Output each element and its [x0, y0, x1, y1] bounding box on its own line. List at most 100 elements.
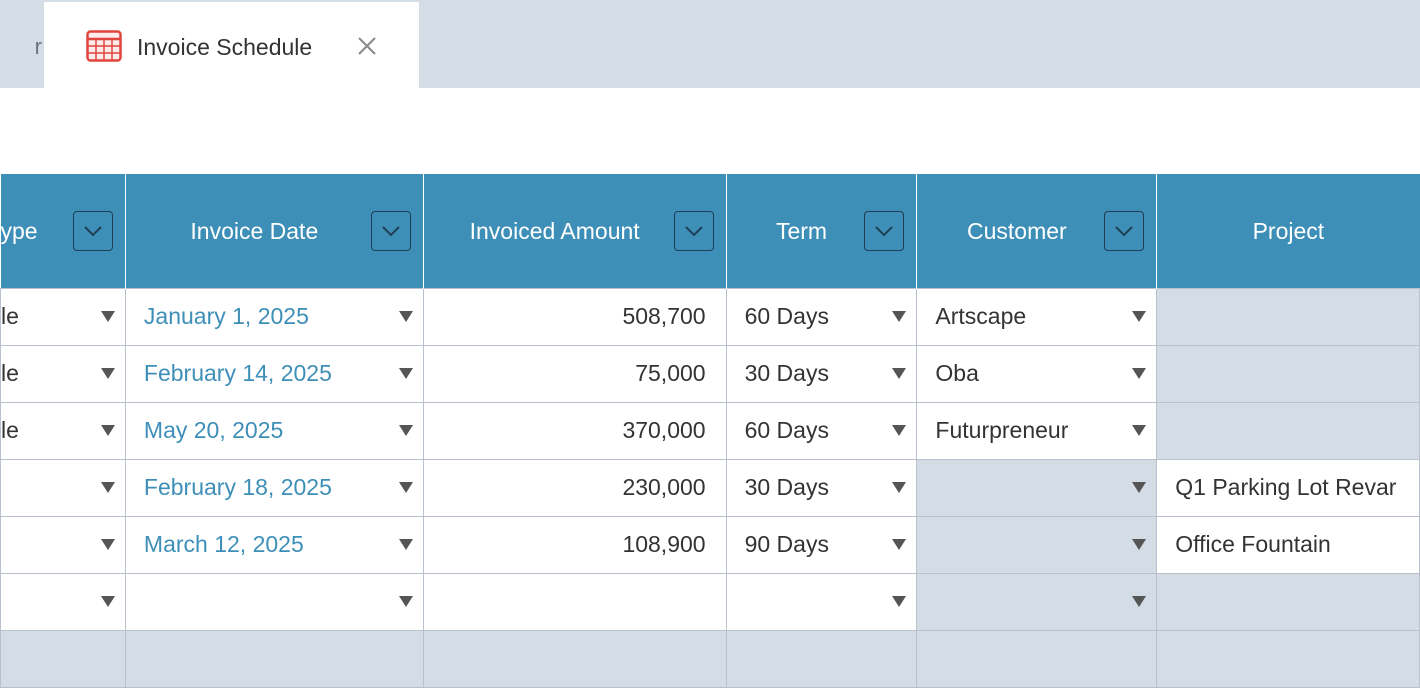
cell-value: 230,000 [622, 474, 706, 500]
filter-button-term[interactable] [864, 211, 905, 251]
cell-invoiced-amount[interactable]: 508,700 [422, 288, 727, 346]
tab-label: Invoice Schedule [137, 34, 313, 60]
cell-term[interactable]: 90 Days [725, 516, 918, 574]
dropdown-arrow-icon[interactable] [1132, 596, 1147, 607]
cell-type[interactable]: le [0, 345, 126, 403]
dropdown-arrow-icon[interactable] [1132, 482, 1147, 493]
column-header-label: ype [0, 217, 38, 244]
dropdown-arrow-icon[interactable] [398, 425, 413, 436]
cell-customer [916, 630, 1158, 688]
cell-invoiced-amount[interactable]: 370,000 [422, 402, 727, 460]
cell-value: 108,900 [622, 531, 706, 557]
filter-button-customer[interactable] [1104, 211, 1145, 251]
dropdown-arrow-icon[interactable] [100, 425, 115, 436]
table-row: le February 14, 2025 75,000 30 Days Oba [0, 345, 1420, 403]
column-header-label: Invoice Date [190, 217, 319, 244]
dropdown-arrow-icon[interactable] [398, 368, 413, 379]
filter-button-type[interactable] [72, 211, 113, 251]
cell-project [1156, 630, 1420, 688]
dropdown-arrow-icon[interactable] [398, 539, 413, 550]
cell-term[interactable]: 30 Days [725, 345, 918, 403]
column-header-label: Invoiced Amount [469, 217, 640, 244]
cell-invoiced-amount[interactable]: 75,000 [422, 345, 727, 403]
dropdown-arrow-icon[interactable] [1132, 539, 1147, 550]
cell-value: March 12, 2025 [143, 531, 304, 557]
cell-invoice-date[interactable]: March 12, 2025 [124, 516, 424, 574]
cell-type [0, 630, 126, 688]
table-row: le May 20, 2025 370,000 60 Days Futurpreneur [0, 402, 1420, 460]
cell-value: 60 Days [744, 303, 829, 329]
cell-value: le [1, 303, 19, 329]
dropdown-arrow-icon[interactable] [398, 482, 413, 493]
cell-project [1156, 345, 1420, 403]
dropdown-arrow-icon[interactable] [100, 482, 115, 493]
table-row: March 12, 2025 108,900 90 Days Office Fount… [0, 516, 1420, 574]
cell-invoiced-amount[interactable]: 230,000 [422, 459, 727, 517]
tab-previous[interactable]: r [0, 2, 44, 88]
filter-button-invoiced-amount[interactable] [673, 211, 714, 251]
cell-type[interactable]: le [0, 288, 126, 346]
dropdown-arrow-icon[interactable] [892, 539, 907, 550]
chevron-down-icon [382, 226, 400, 237]
cell-value: February 14, 2025 [143, 360, 332, 386]
cell-value: 90 Days [744, 531, 829, 557]
spreadsheet-icon [86, 30, 122, 62]
cell-invoiced-amount [422, 630, 727, 688]
cell-invoice-date[interactable]: January 1, 2025 [124, 288, 424, 346]
column-header-invoiced-amount: Invoiced Amount [422, 174, 727, 289]
cell-value: le [1, 417, 19, 443]
column-header-term: Term [725, 174, 917, 289]
cell-value: 30 Days [744, 474, 829, 500]
cell-type[interactable]: le [0, 402, 126, 460]
cell-value: February 18, 2025 [143, 474, 332, 500]
cell-project[interactable]: Q1 Parking Lot Revar [1156, 459, 1420, 517]
cell-customer [916, 516, 1158, 574]
dropdown-arrow-icon[interactable] [892, 425, 907, 436]
cell-project[interactable]: Office Fountain [1156, 516, 1420, 574]
table-row [0, 573, 1420, 631]
dropdown-arrow-icon[interactable] [1132, 425, 1147, 436]
cell-customer [916, 459, 1158, 517]
cell-value: Artscape [935, 303, 1027, 329]
column-header-customer: Customer [916, 174, 1157, 289]
cell-value: 370,000 [622, 417, 706, 443]
cell-customer[interactable]: Futurpreneur [916, 402, 1158, 460]
column-header-label: Customer [966, 217, 1067, 244]
dropdown-arrow-icon[interactable] [398, 596, 413, 607]
cell-value: le [1, 360, 19, 386]
cell-term[interactable]: 30 Days [725, 459, 918, 517]
filter-button-invoice-date[interactable] [370, 211, 411, 251]
cell-type[interactable] [0, 573, 126, 631]
column-header-label: Project [1252, 217, 1325, 244]
cell-term[interactable] [725, 573, 918, 631]
cell-invoice-date[interactable]: May 20, 2025 [124, 402, 424, 460]
dropdown-arrow-icon[interactable] [892, 482, 907, 493]
dropdown-arrow-icon[interactable] [1132, 368, 1147, 379]
cell-type[interactable] [0, 516, 126, 574]
cell-invoiced-amount[interactable] [422, 573, 727, 631]
tab-invoice-schedule[interactable]: Invoice Schedule [44, 2, 419, 88]
cell-term[interactable]: 60 Days [725, 402, 918, 460]
dropdown-arrow-icon[interactable] [398, 311, 413, 322]
cell-customer[interactable]: Artscape [916, 288, 1158, 346]
cell-term[interactable]: 60 Days [725, 288, 918, 346]
dropdown-arrow-icon[interactable] [100, 368, 115, 379]
dropdown-arrow-icon[interactable] [892, 368, 907, 379]
cell-type[interactable] [0, 459, 126, 517]
dropdown-arrow-icon[interactable] [1132, 311, 1147, 322]
cell-project [1156, 573, 1420, 631]
close-icon[interactable] [356, 35, 378, 57]
cell-customer[interactable]: Oba [916, 345, 1158, 403]
dropdown-arrow-icon[interactable] [892, 311, 907, 322]
cell-customer [916, 573, 1158, 631]
cell-value: Office Fountain [1175, 531, 1331, 557]
dropdown-arrow-icon[interactable] [892, 596, 907, 607]
dropdown-arrow-icon[interactable] [100, 596, 115, 607]
cell-invoice-date[interactable]: February 14, 2025 [124, 345, 424, 403]
dropdown-arrow-icon[interactable] [100, 311, 115, 322]
cell-invoice-date[interactable] [124, 573, 424, 631]
chevron-down-icon [684, 226, 703, 237]
dropdown-arrow-icon[interactable] [100, 539, 115, 550]
cell-invoice-date[interactable]: February 18, 2025 [124, 459, 424, 517]
cell-invoiced-amount[interactable]: 108,900 [422, 516, 727, 574]
